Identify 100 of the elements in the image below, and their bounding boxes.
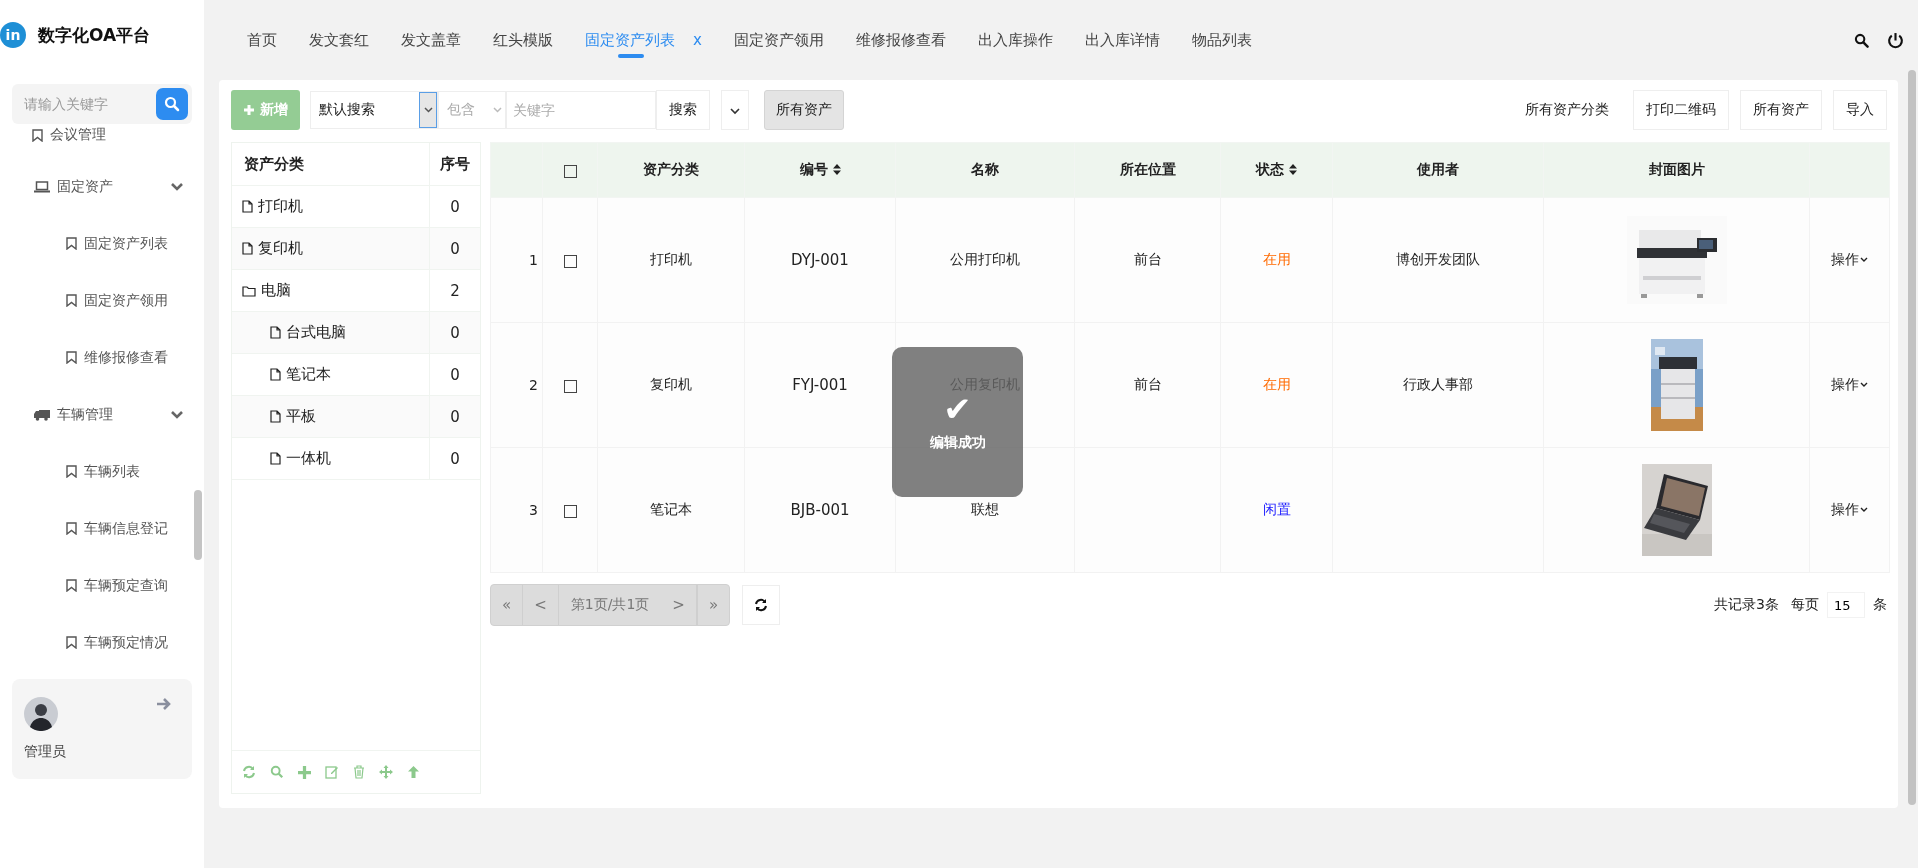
menu-item[interactable]: 车辆列表 (0, 443, 204, 500)
checkbox[interactable] (563, 254, 577, 268)
caret-icon (492, 107, 502, 113)
tab[interactable]: 出入库详情 (1069, 0, 1177, 80)
checkbox[interactable] (563, 504, 577, 518)
file-icon (242, 200, 253, 213)
menu-item[interactable]: 维修报修查看 (0, 329, 204, 386)
tree-cell-text: 0 (449, 239, 461, 258)
checkbox[interactable] (563, 379, 577, 393)
column-header: 资产分类 (232, 143, 430, 185)
action-dropdown[interactable]: 操作 (1831, 501, 1868, 519)
caret-icon (1860, 382, 1868, 388)
plus-icon[interactable] (298, 765, 311, 779)
bookmark-icon (66, 522, 77, 535)
column-header: 封面图片 (1543, 142, 1810, 198)
search-mode-select[interactable]: 默认搜索 (310, 91, 438, 129)
tree-cell-text: 0 (449, 323, 461, 342)
menu-group[interactable]: 固定资产 (0, 158, 204, 215)
action-dropdown[interactable]: 操作 (1831, 376, 1868, 394)
trash-icon[interactable] (353, 765, 365, 779)
chevron-icon (170, 409, 184, 420)
logo-icon: in (0, 22, 26, 48)
menu-item[interactable]: 车辆信息登记 (0, 500, 204, 557)
scrollbar[interactable] (194, 490, 202, 560)
file-icon (242, 242, 253, 255)
folder-icon (242, 284, 256, 297)
edit-icon[interactable] (325, 765, 339, 779)
table-cell: 复印机 (597, 322, 745, 448)
refresh-icon[interactable] (242, 765, 256, 779)
tab[interactable]: 物品列表 (1176, 0, 1269, 80)
action-dropdown[interactable]: 操作 (1831, 251, 1868, 269)
search-button[interactable]: 搜索 (656, 90, 710, 130)
status-text: 在用 (1220, 322, 1333, 448)
per-page-label: 每页 (1791, 596, 1819, 614)
page-size-field[interactable]: 15 (1827, 592, 1865, 618)
column-header: 使用者 (1332, 142, 1544, 198)
search-icon[interactable] (1854, 32, 1869, 48)
tree-item[interactable]: 一体机 (232, 438, 430, 479)
tab[interactable]: 发文套红 (294, 0, 386, 80)
tree-item[interactable]: 电脑 (232, 270, 430, 311)
file-icon (270, 410, 281, 423)
column-header: 序号 (439, 154, 471, 174)
move-icon[interactable] (379, 765, 393, 779)
column-header[interactable]: 状态 (1220, 142, 1333, 198)
bookmark-icon (32, 128, 43, 142)
table-cell: 公用打印机 (895, 197, 1075, 323)
caret-icon (423, 107, 433, 113)
checkbox[interactable] (563, 164, 577, 178)
toolbar-button[interactable]: 所有资产 (1740, 90, 1822, 130)
truck-icon (34, 408, 50, 421)
menu-item[interactable]: 固定资产列表 (0, 215, 204, 272)
column-header[interactable]: 编号 (744, 142, 896, 198)
tab[interactable]: 红头模版 (478, 0, 570, 80)
menu-item[interactable]: 会议管理 (0, 124, 204, 146)
column-header: 所在位置 (1074, 142, 1221, 198)
tree-item[interactable]: 笔记本 (232, 354, 430, 395)
tab[interactable]: 发文盖章 (386, 0, 478, 80)
arrow-up-icon[interactable] (407, 765, 420, 779)
menu-item[interactable]: 车辆预定查询 (0, 557, 204, 614)
tree-item[interactable]: 台式电脑 (232, 312, 430, 353)
toolbar-button[interactable]: 打印二维码 (1633, 90, 1729, 130)
refresh-button[interactable] (742, 585, 781, 625)
keyword-field[interactable]: 关键字 (506, 91, 656, 129)
search-button[interactable] (156, 88, 188, 120)
table-cell: 前台 (1074, 197, 1221, 323)
tree-item[interactable]: 复印机 (232, 228, 430, 269)
tree-cell-text: 2 (449, 281, 461, 300)
tab[interactable]: 固定资产领用 (718, 0, 841, 80)
tree-item[interactable]: 打印机 (232, 186, 430, 227)
table-cell: DYJ-001 (744, 197, 896, 323)
table-cell: 前台 (1074, 322, 1221, 448)
sort-icon[interactable] (1289, 164, 1297, 175)
user-name: 管理员 (24, 743, 67, 761)
dropdown-button[interactable] (721, 90, 749, 130)
scrollbar[interactable] (1908, 70, 1916, 805)
tree-item[interactable]: 平板 (232, 396, 430, 437)
tab[interactable]: 出入库操作 (962, 0, 1070, 80)
menu-item[interactable]: 车辆预定情况 (0, 614, 204, 671)
tab[interactable]: 维修报修查看 (840, 0, 963, 80)
tree-cell-text: 0 (449, 407, 461, 426)
power-icon[interactable] (1887, 31, 1904, 49)
tab[interactable]: 首页 (232, 0, 294, 80)
all-assets-button[interactable]: 所有资产 (764, 90, 844, 130)
bookmark-icon (66, 579, 77, 592)
file-icon (270, 368, 281, 381)
row-number: 1 (490, 197, 543, 323)
toolbar-button[interactable]: 导入 (1833, 90, 1887, 130)
caret-icon (730, 108, 740, 115)
menu-item[interactable]: 固定资产领用 (0, 272, 204, 329)
arrow-right-icon[interactable] (156, 697, 172, 711)
row-number: 2 (490, 322, 543, 448)
menu-group[interactable]: 车辆管理 (0, 386, 204, 443)
chevron-icon (170, 181, 184, 192)
unit-label: 条 (1873, 596, 1887, 614)
file-icon (270, 326, 281, 339)
record-count: 共记录3条 (1714, 596, 1779, 614)
tree-cell-text: 0 (449, 197, 461, 216)
bookmark-icon (66, 465, 77, 478)
sort-icon[interactable] (832, 164, 841, 175)
bookmark-icon (66, 351, 77, 364)
